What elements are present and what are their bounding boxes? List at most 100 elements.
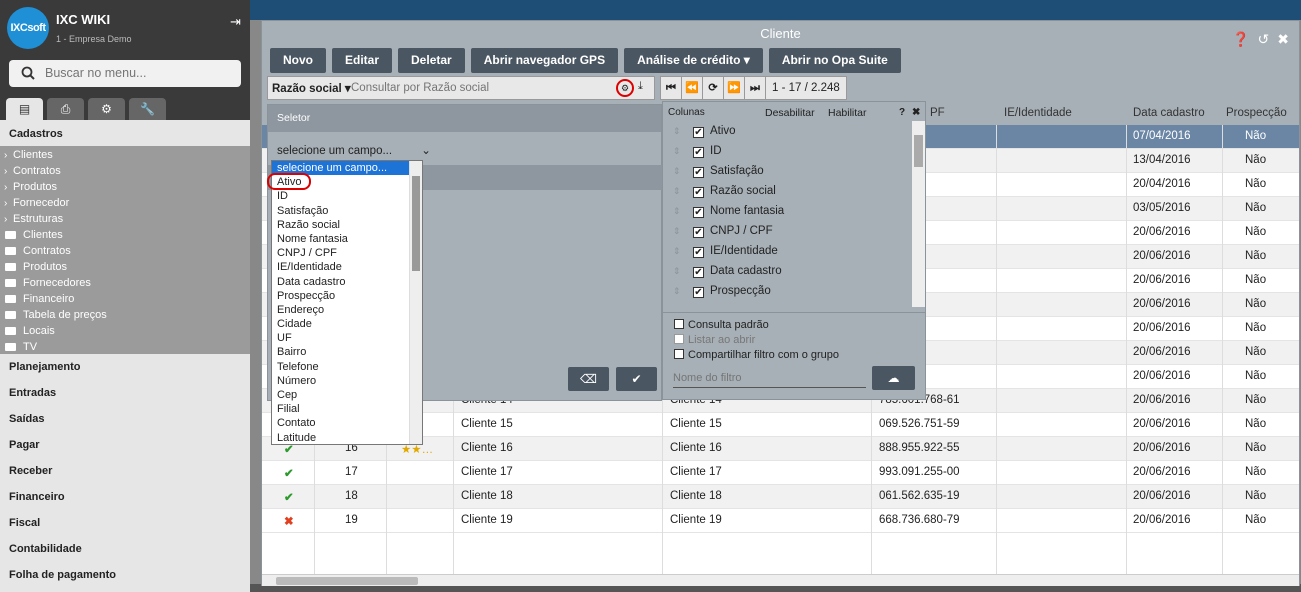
- dropdown-option[interactable]: Razão social: [272, 218, 422, 232]
- column-toggle[interactable]: ⇕ ✔ CNPJ / CPF: [663, 221, 913, 241]
- column-toggle[interactable]: ⇕ ✔ Satisfação: [663, 161, 913, 181]
- help-icon[interactable]: ❓: [1232, 26, 1249, 52]
- menu-list-icon[interactable]: ▤: [6, 98, 43, 120]
- checkbox-checked[interactable]: ✔: [693, 287, 704, 298]
- drag-handle-icon[interactable]: ⇕: [673, 121, 693, 141]
- sidebar-item[interactable]: Produtos: [0, 259, 250, 275]
- column-toggle[interactable]: ⇕ ✔ Nome fantasia: [663, 201, 913, 221]
- sidebar-item[interactable]: Locais: [0, 323, 250, 339]
- header-prospect[interactable]: Prospecção: [1226, 107, 1287, 119]
- close-icon[interactable]: ✖: [912, 107, 920, 118]
- drag-handle-icon[interactable]: ⇕: [673, 221, 693, 241]
- filter-name-input[interactable]: [673, 369, 866, 388]
- next-page-icon[interactable]: ⏩: [723, 76, 745, 100]
- dropdown-option[interactable]: UF: [272, 331, 422, 345]
- section-cadastros[interactable]: Cadastros: [0, 120, 250, 146]
- menu-section[interactable]: Folha de pagamento: [0, 562, 250, 588]
- sidebar-item[interactable]: › Clientes: [0, 147, 250, 163]
- menu-section[interactable]: Receber: [0, 458, 250, 484]
- enable-all-link[interactable]: Habilitar: [828, 107, 867, 119]
- wrench-icon[interactable]: 🔧: [129, 98, 166, 120]
- colunas-scroll-thumb[interactable]: [914, 135, 923, 167]
- help-icon[interactable]: ?: [899, 107, 905, 118]
- sidebar-item[interactable]: Contratos: [0, 243, 250, 259]
- sidebar-item[interactable]: Fornecedores: [0, 275, 250, 291]
- filter-settings-icon[interactable]: ⚙: [616, 79, 634, 97]
- sidebar-item[interactable]: › Estruturas: [0, 211, 250, 227]
- download-icon[interactable]: ⤓: [638, 80, 643, 93]
- option-default-query[interactable]: Consulta padrão: [674, 319, 769, 331]
- drag-handle-icon[interactable]: ⇕: [673, 181, 693, 201]
- dropdown-scroll-thumb[interactable]: [412, 176, 420, 271]
- dropdown-option[interactable]: Cep: [272, 388, 422, 402]
- dropdown-option[interactable]: Latitude: [272, 431, 422, 444]
- search-input[interactable]: [45, 60, 235, 87]
- colunas-scrollbar[interactable]: [912, 121, 925, 307]
- opa-suite-button[interactable]: Abrir no Opa Suite: [768, 48, 901, 73]
- dropdown-option[interactable]: CNPJ / CPF: [272, 246, 422, 260]
- checkbox-checked[interactable]: ✔: [693, 227, 704, 238]
- menu-section[interactable]: Saídas: [0, 406, 250, 432]
- app-logo[interactable]: IXCsoft: [7, 7, 49, 49]
- drag-handle-icon[interactable]: ⇕: [673, 141, 693, 161]
- menu-section[interactable]: Fiscal: [0, 510, 250, 536]
- dropdown-option[interactable]: Telefone: [272, 360, 422, 374]
- query-input[interactable]: [351, 78, 611, 98]
- refresh-icon[interactable]: ⟳: [702, 76, 724, 100]
- close-icon[interactable]: ✖: [1277, 26, 1289, 52]
- last-page-icon[interactable]: ⏭: [744, 76, 766, 100]
- logout-icon[interactable]: ⇥: [230, 14, 241, 30]
- horizontal-scrollbar[interactable]: [262, 574, 1299, 586]
- dropdown-option[interactable]: Data cadastro: [272, 275, 422, 289]
- column-toggle[interactable]: ⇕ ✔ Data cadastro: [663, 261, 913, 281]
- drag-handle-icon[interactable]: ⇕: [673, 261, 693, 281]
- dropdown-option[interactable]: Filial: [272, 402, 422, 416]
- column-toggle[interactable]: ⇕ ✔ Razão social: [663, 181, 913, 201]
- gps-button[interactable]: Abrir navegador GPS: [470, 48, 619, 73]
- menu-section[interactable]: Pagar: [0, 432, 250, 458]
- gears-icon[interactable]: ⚙: [88, 98, 125, 120]
- dropdown-option[interactable]: IE/Identidade: [272, 260, 422, 274]
- header-ie[interactable]: IE/Identidade: [1004, 107, 1072, 119]
- dropdown-option[interactable]: Número: [272, 374, 422, 388]
- sidebar-item[interactable]: › Fornecedor: [0, 195, 250, 211]
- option-share-filter[interactable]: Compartilhar filtro com o grupo: [674, 349, 839, 361]
- menu-section[interactable]: Planejamento: [0, 354, 250, 380]
- header-cpf[interactable]: PF: [930, 107, 945, 119]
- dropdown-option[interactable]: Satisfação: [272, 204, 422, 218]
- sidebar-item[interactable]: Clientes: [0, 227, 250, 243]
- checkbox[interactable]: [674, 349, 684, 359]
- scroll-thumb[interactable]: [276, 577, 418, 585]
- checkbox-checked[interactable]: ✔: [693, 167, 704, 178]
- first-page-icon[interactable]: ⏮: [660, 76, 682, 100]
- column-toggle[interactable]: ⇕ ✔ Ativo: [663, 121, 913, 141]
- dropdown-option[interactable]: Cidade: [272, 317, 422, 331]
- edit-button[interactable]: Editar: [332, 48, 393, 73]
- field-dropdown[interactable]: selecione um campo... Ativo ID Satisfação Ra…: [271, 160, 423, 445]
- printer-icon[interactable]: ⎙: [47, 98, 84, 120]
- checkbox-checked[interactable]: ✔: [693, 187, 704, 198]
- sidebar-item[interactable]: › Contratos: [0, 163, 250, 179]
- table-row[interactable]: ✔ 18 Cliente 18 Cliente 18 061.562.635-19 20/…: [262, 485, 1299, 509]
- sidebar-item[interactable]: Tabela de preços: [0, 307, 250, 323]
- checkbox-checked[interactable]: ✔: [693, 147, 704, 158]
- menu-section[interactable]: Contabilidade: [0, 536, 250, 562]
- header-date[interactable]: Data cadastro: [1133, 107, 1205, 119]
- dropdown-option[interactable]: ID: [272, 189, 422, 203]
- history-icon[interactable]: ↺: [1258, 26, 1270, 52]
- prev-page-icon[interactable]: ⏪: [681, 76, 703, 100]
- drag-handle-icon[interactable]: ⇕: [673, 241, 693, 261]
- new-button[interactable]: Novo: [270, 48, 326, 73]
- checkbox-checked[interactable]: ✔: [693, 267, 704, 278]
- delete-button[interactable]: Deletar: [398, 48, 465, 73]
- drag-handle-icon[interactable]: ⇕: [673, 161, 693, 181]
- sidebar-item[interactable]: › Produtos: [0, 179, 250, 195]
- table-row[interactable]: ✖ 19 Cliente 19 Cliente 19 668.736.680-79 20/…: [262, 509, 1299, 533]
- seletor-field-select[interactable]: selecione um campo... ⌄: [277, 143, 431, 157]
- sidebar-item[interactable]: TV: [0, 339, 250, 355]
- checkbox[interactable]: [674, 319, 684, 329]
- dropdown-option[interactable]: Nome fantasia: [272, 232, 422, 246]
- menu-section[interactable]: Entradas: [0, 380, 250, 406]
- column-toggle[interactable]: ⇕ ✔ IE/Identidade: [663, 241, 913, 261]
- checkbox-checked[interactable]: ✔: [693, 247, 704, 258]
